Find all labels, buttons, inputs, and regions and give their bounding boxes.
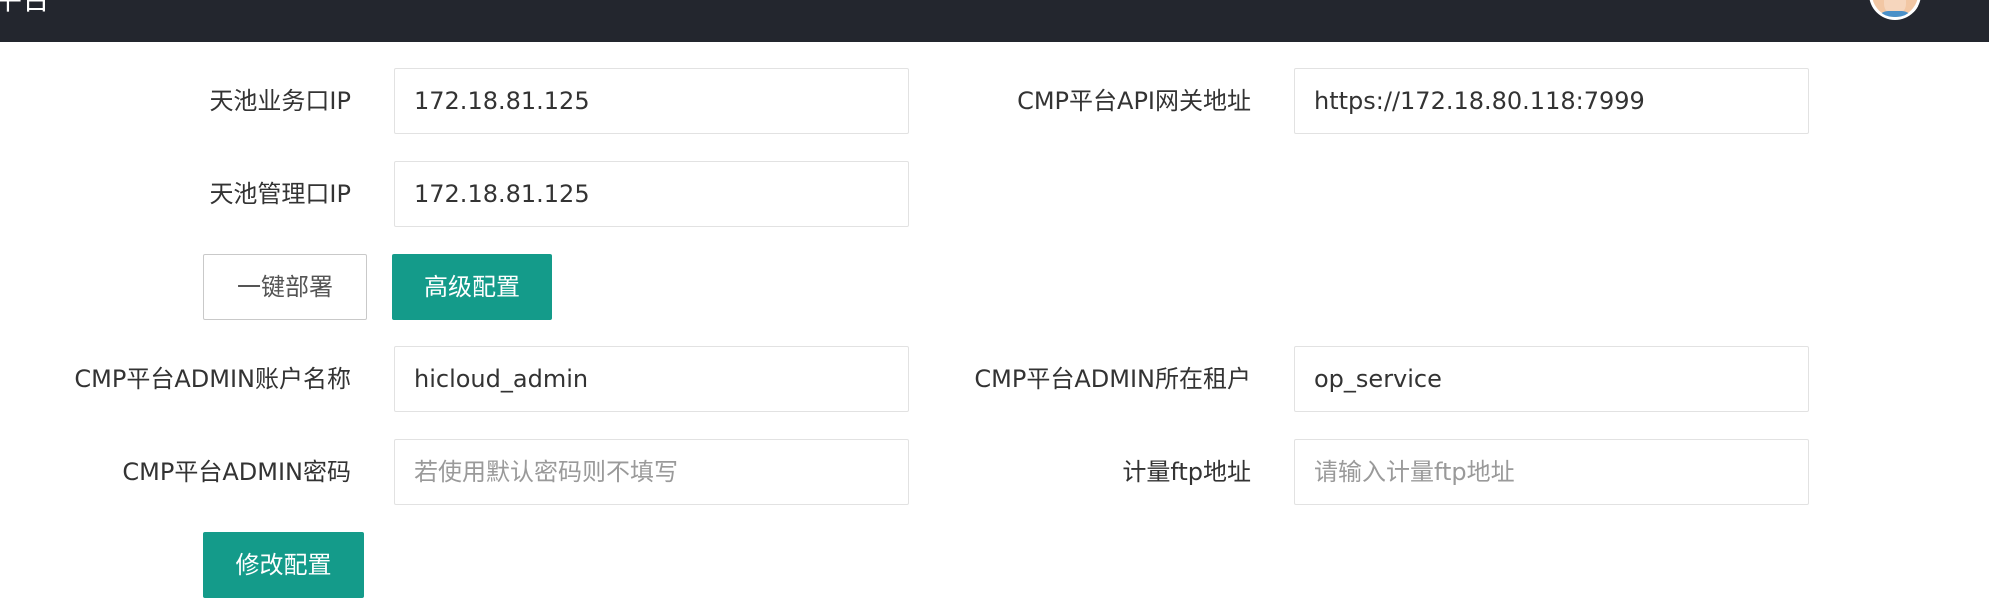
admin-account-label: CMP平台ADMIN账户名称 <box>74 365 351 393</box>
app-title: 平台 <box>0 0 50 14</box>
api-gateway-label: CMP平台API网关地址 <box>1017 87 1251 115</box>
admin-tenant-label: CMP平台ADMIN所在租户 <box>974 365 1251 393</box>
management-ip-label: 天池管理口IP <box>209 180 351 208</box>
admin-password-label: CMP平台ADMIN密码 <box>122 458 351 486</box>
admin-password-input[interactable] <box>394 439 909 505</box>
modify-config-button[interactable]: 修改配置 <box>203 532 364 598</box>
management-ip-input[interactable] <box>394 161 909 227</box>
one-click-deploy-button[interactable]: 一键部署 <box>203 254 367 320</box>
business-ip-input[interactable] <box>394 68 909 134</box>
admin-tenant-input[interactable] <box>1294 346 1809 412</box>
ftp-address-label: 计量ftp地址 <box>1122 458 1251 486</box>
top-nav-bar: 平台 <box>0 0 1989 42</box>
ftp-address-input[interactable] <box>1294 439 1809 505</box>
avatar-collar <box>1878 11 1912 17</box>
advanced-config-button[interactable]: 高级配置 <box>392 254 552 320</box>
user-avatar-icon[interactable] <box>1869 0 1921 20</box>
admin-account-input[interactable] <box>394 346 909 412</box>
business-ip-label: 天池业务口IP <box>209 87 351 115</box>
api-gateway-input[interactable] <box>1294 68 1809 134</box>
